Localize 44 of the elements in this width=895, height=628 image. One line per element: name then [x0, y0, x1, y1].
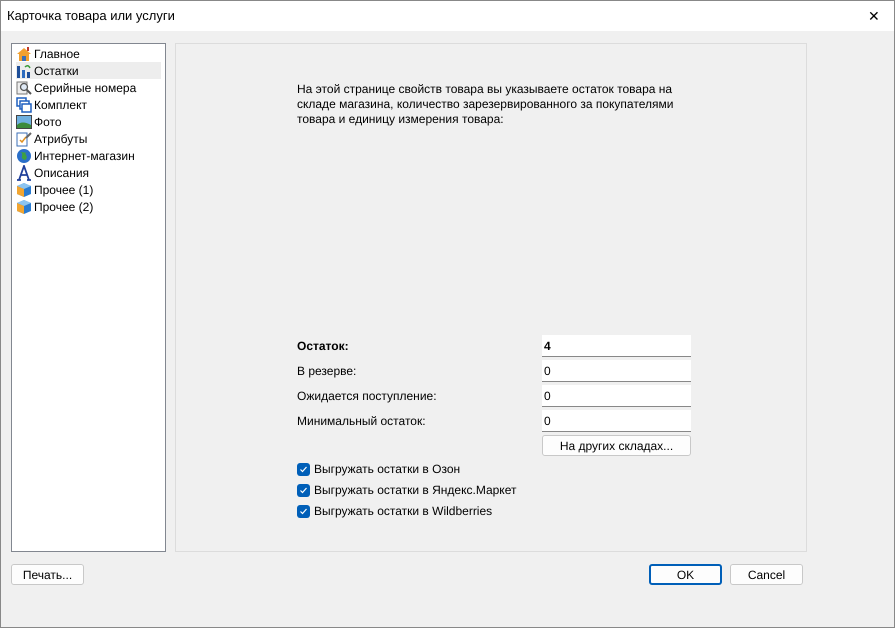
bar-chart-icon [16, 62, 32, 78]
check-icon [299, 486, 308, 494]
sidebar-item[interactable]: Прочее (1) [16, 181, 161, 198]
pencil-document-icon [16, 130, 32, 146]
sidebar-item[interactable]: Серийные номера [16, 79, 161, 96]
checkbox[interactable] [297, 504, 310, 518]
other-warehouses-button[interactable]: На других складах... [542, 435, 691, 456]
field-label: Остаток: [297, 338, 349, 355]
landscape-photo-icon [16, 114, 32, 130]
field-label: Ожидается поступление: [297, 388, 437, 405]
checkbox[interactable] [297, 462, 310, 476]
cube-icon [16, 182, 32, 198]
house-icon [16, 46, 32, 62]
input-field[interactable]: 0 [542, 360, 691, 382]
cube-icon [16, 198, 32, 214]
close-button[interactable]: ✕ [854, 1, 894, 31]
input-field[interactable]: 0 [542, 410, 691, 432]
globe-icon [16, 148, 32, 164]
cancel-button[interactable]: Cancel [730, 564, 803, 585]
magnifier-document-icon [16, 80, 32, 96]
windows-icon [16, 96, 32, 112]
ok-button[interactable]: OK [649, 564, 722, 585]
check-icon [299, 464, 308, 474]
input-field[interactable]: 0 [542, 385, 691, 407]
sidebar-item[interactable]: Фото [16, 113, 161, 130]
sidebar-item[interactable]: Интернет-магазин [16, 147, 161, 164]
checkbox-label: Выгружать остатки в Яндекс.Маркет [314, 482, 516, 499]
field-label: Минимальный остаток: [297, 413, 426, 430]
input-field[interactable]: 4 [542, 335, 691, 357]
serif-letter-icon [16, 164, 32, 180]
check-icon [299, 506, 308, 516]
sidebar-item[interactable]: Комплект [16, 96, 161, 113]
checkbox-label: Выгружать остатки в Wildberries [314, 503, 492, 520]
sidebar-item[interactable]: Описания [16, 164, 161, 181]
window-title: Карточка товара или услуги [7, 7, 175, 26]
sidebar-item[interactable]: Главное [16, 45, 161, 62]
checkbox-label: Выгружать остатки в Озон [314, 461, 460, 478]
field-label: В резерве: [297, 363, 356, 380]
checkbox[interactable] [297, 484, 310, 496]
sidebar-item[interactable]: Остатки [16, 62, 161, 79]
sidebar-item[interactable]: Атрибуты [16, 130, 161, 147]
print-button[interactable]: Печать... [11, 564, 84, 585]
sidebar-item[interactable]: Прочее (2) [16, 198, 161, 215]
description-text: На этой странице свойств товара вы указываете остаток товара на складе магазина, количество зарезервированного за покупателями товара и единицу измерения товара: [297, 82, 674, 127]
